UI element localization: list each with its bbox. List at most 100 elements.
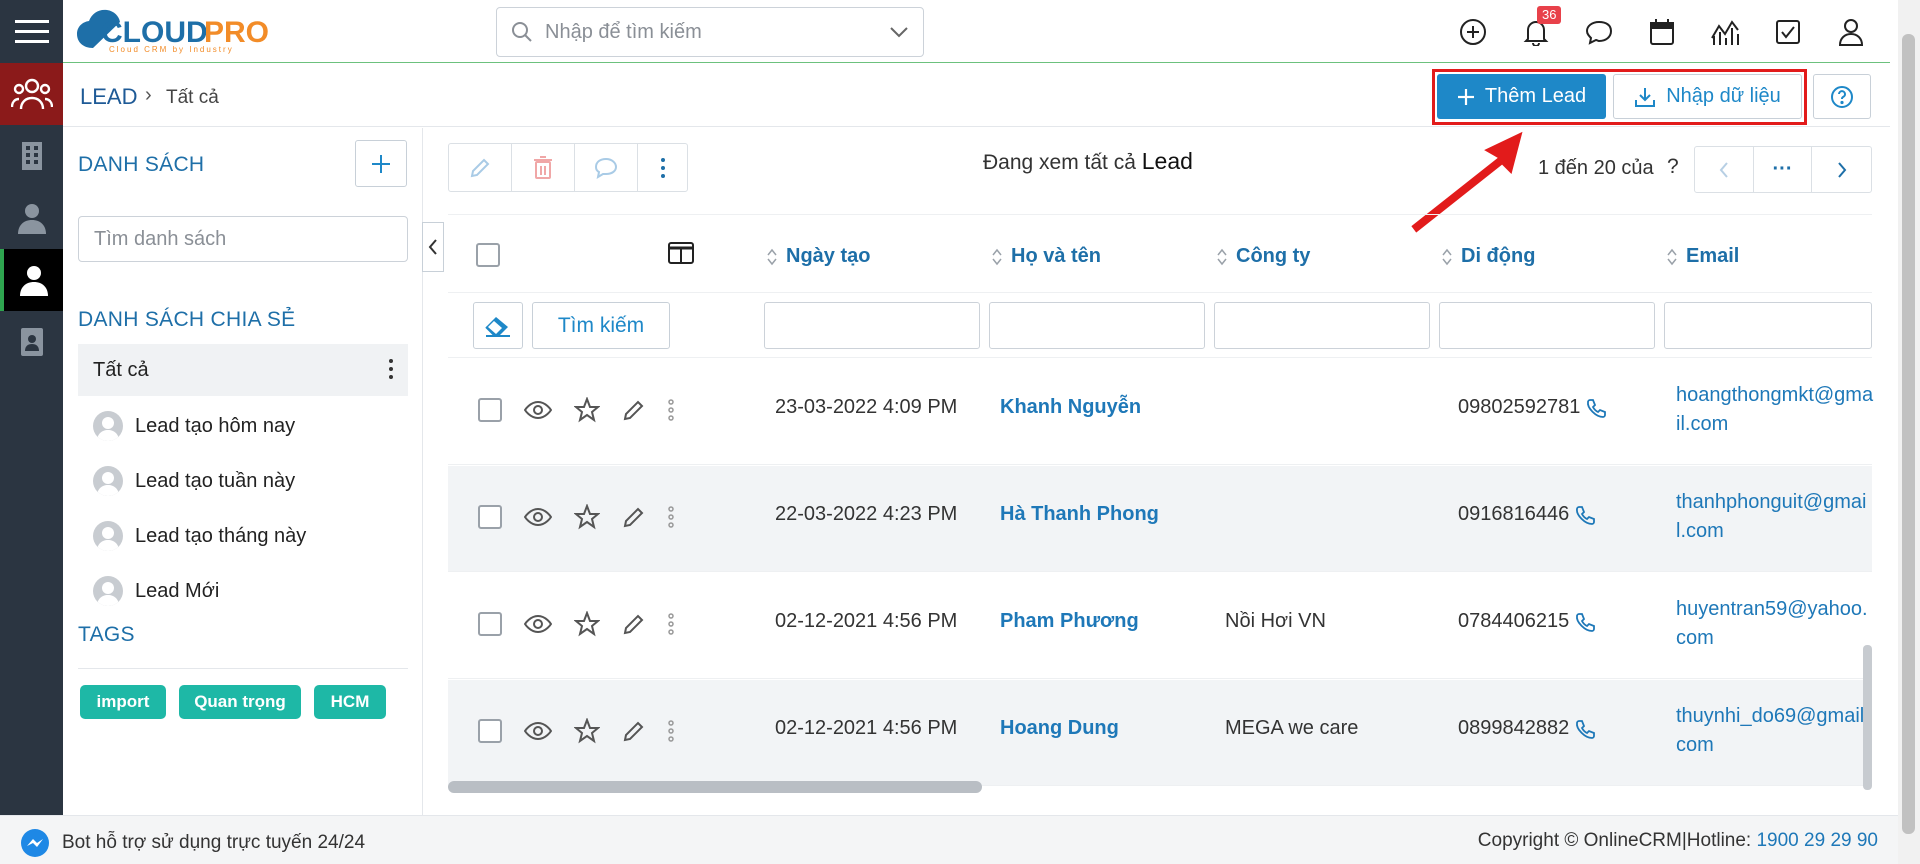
- comment-button[interactable]: [575, 144, 638, 191]
- filter-email-input[interactable]: [1664, 302, 1872, 349]
- column-label: Di động: [1461, 245, 1536, 267]
- rail-building-icon[interactable]: [0, 125, 63, 187]
- cell-name[interactable]: Hoang Dung: [1000, 717, 1119, 740]
- global-search[interactable]: Nhập để tìm kiếm: [496, 7, 924, 57]
- next-page-button[interactable]: [1812, 147, 1871, 192]
- calendar-icon[interactable]: [1643, 13, 1681, 51]
- table-vertical-scrollbar[interactable]: [1863, 645, 1872, 790]
- eye-icon[interactable]: [524, 614, 552, 634]
- list-item[interactable]: Lead tạo hôm nay: [93, 408, 295, 444]
- pencil-icon[interactable]: [622, 719, 646, 743]
- cell-name[interactable]: Pham Phương: [1000, 610, 1139, 633]
- cell-name[interactable]: Khanh Nguyễn: [1000, 396, 1141, 419]
- search-input[interactable]: Nhập để tìm kiếm: [545, 21, 889, 44]
- user-icon[interactable]: [1832, 13, 1870, 51]
- phone-icon[interactable]: [1575, 612, 1596, 632]
- bell-icon[interactable]: 36: [1517, 6, 1562, 51]
- row-checkbox[interactable]: [478, 719, 502, 743]
- rail-lead-icon[interactable]: [0, 249, 63, 311]
- more-vertical-icon[interactable]: [388, 358, 394, 380]
- column-email[interactable]: Email: [1666, 245, 1739, 268]
- list-item[interactable]: Lead tạo tuần này: [93, 463, 295, 499]
- phone-icon[interactable]: [1575, 505, 1596, 525]
- chart-icon[interactable]: [1706, 13, 1744, 51]
- page-scrollbar[interactable]: [1902, 34, 1915, 834]
- clear-filters-button[interactable]: [473, 302, 523, 349]
- rail-contact-icon[interactable]: [0, 187, 63, 249]
- cell-email[interactable]: hoangthongmkt@gmail.com: [1676, 381, 1876, 439]
- tag-important[interactable]: Quan trọng: [179, 685, 301, 719]
- pencil-icon[interactable]: [622, 398, 646, 422]
- menu-icon[interactable]: [0, 0, 63, 63]
- edit-button[interactable]: [449, 144, 512, 191]
- search-button[interactable]: Tìm kiếm: [532, 302, 670, 349]
- breadcrumb-module[interactable]: LEAD: [80, 84, 137, 110]
- column-mobile[interactable]: Di động: [1441, 245, 1535, 268]
- horizontal-scrollbar[interactable]: [448, 781, 982, 793]
- more-vertical-icon[interactable]: [668, 613, 674, 635]
- eye-icon[interactable]: [524, 507, 552, 527]
- more-vertical-icon[interactable]: [668, 506, 674, 528]
- app-rail: [0, 0, 63, 815]
- chat-icon[interactable]: [1580, 13, 1618, 51]
- column-name[interactable]: Họ và tên: [991, 245, 1101, 268]
- cell-email[interactable]: huyentran59@yahoo.com: [1676, 595, 1876, 653]
- cloudpro-logo[interactable]: CLOUD PRO Cloud CRM by Industry: [71, 6, 311, 56]
- pagination-total[interactable]: ?: [1667, 155, 1679, 179]
- filter-created-input[interactable]: [764, 302, 980, 349]
- star-icon[interactable]: [574, 504, 600, 530]
- list-search-input[interactable]: Tìm danh sách: [78, 216, 408, 262]
- page-more-button[interactable]: ···: [1754, 147, 1813, 192]
- row-checkbox[interactable]: [478, 612, 502, 636]
- eye-icon[interactable]: [524, 721, 552, 741]
- row-checkbox[interactable]: [478, 505, 502, 529]
- phone-icon[interactable]: [1586, 398, 1607, 418]
- tag-hcm[interactable]: HCM: [314, 685, 386, 719]
- cell-name[interactable]: Hà Thanh Phong: [1000, 503, 1159, 526]
- pencil-icon[interactable]: [622, 505, 646, 529]
- hotline-link[interactable]: 1900 29 29 90: [1756, 830, 1878, 851]
- column-company[interactable]: Công ty: [1216, 245, 1310, 268]
- more-vertical-icon[interactable]: [668, 720, 674, 742]
- chevron-down-icon[interactable]: [889, 26, 909, 38]
- more-actions-button[interactable]: [638, 144, 687, 191]
- filter-company-input[interactable]: [1214, 302, 1430, 349]
- cell-email[interactable]: thanhphonguit@gmail.com: [1676, 488, 1876, 546]
- support-bot[interactable]: Bot hỗ trợ sử dụng trực tuyến 24/24: [20, 828, 365, 858]
- phone-icon[interactable]: [1575, 719, 1596, 739]
- filter-mobile-input[interactable]: [1439, 302, 1655, 349]
- plus-circle-icon[interactable]: [1454, 13, 1492, 51]
- table-row[interactable]: 23-03-2022 4:09 PM Khanh Nguyễn 09802592…: [448, 359, 1873, 465]
- help-button[interactable]: [1813, 74, 1871, 119]
- add-list-button[interactable]: [355, 140, 407, 187]
- star-icon[interactable]: [574, 397, 600, 423]
- checkbox-icon[interactable]: [1769, 13, 1807, 51]
- avatar: [93, 411, 123, 441]
- add-lead-button[interactable]: Thêm Lead: [1437, 74, 1606, 119]
- table-row[interactable]: 22-03-2022 4:23 PM Hà Thanh Phong 091681…: [448, 466, 1872, 572]
- column-created[interactable]: Ngày tạo: [766, 245, 870, 268]
- columns-layout-icon[interactable]: [668, 242, 694, 264]
- star-icon[interactable]: [574, 611, 600, 637]
- eye-icon[interactable]: [524, 400, 552, 420]
- select-all-checkbox[interactable]: [476, 243, 500, 267]
- table-row[interactable]: 02-12-2021 4:56 PM Hoang Dung MEGA we ca…: [448, 680, 1872, 786]
- prev-page-button[interactable]: [1695, 147, 1754, 192]
- more-vertical-icon[interactable]: [668, 399, 674, 421]
- list-item[interactable]: Lead Mới: [93, 573, 219, 609]
- rail-leads-group-icon[interactable]: [0, 63, 63, 125]
- delete-button[interactable]: [512, 144, 575, 191]
- row-checkbox[interactable]: [478, 398, 502, 422]
- pencil-icon[interactable]: [622, 612, 646, 636]
- filter-name-input[interactable]: [989, 302, 1205, 349]
- rail-contact-card-icon[interactable]: [0, 311, 63, 373]
- table-row[interactable]: 02-12-2021 4:56 PM Pham Phương Nồi Hơi V…: [448, 573, 1872, 679]
- import-data-button[interactable]: Nhập dữ liệu: [1613, 74, 1802, 119]
- support-bot-label: Bot hỗ trợ sử dụng trực tuyến 24/24: [62, 832, 366, 853]
- collapse-sidebar-button[interactable]: [422, 222, 444, 272]
- star-icon[interactable]: [574, 718, 600, 744]
- list-item-all[interactable]: Tất cả: [78, 344, 408, 396]
- cell-email[interactable]: thuynhi_do69@gmail.com: [1676, 702, 1876, 760]
- list-item[interactable]: Lead tạo tháng này: [93, 518, 306, 554]
- tag-import[interactable]: import: [80, 685, 166, 719]
